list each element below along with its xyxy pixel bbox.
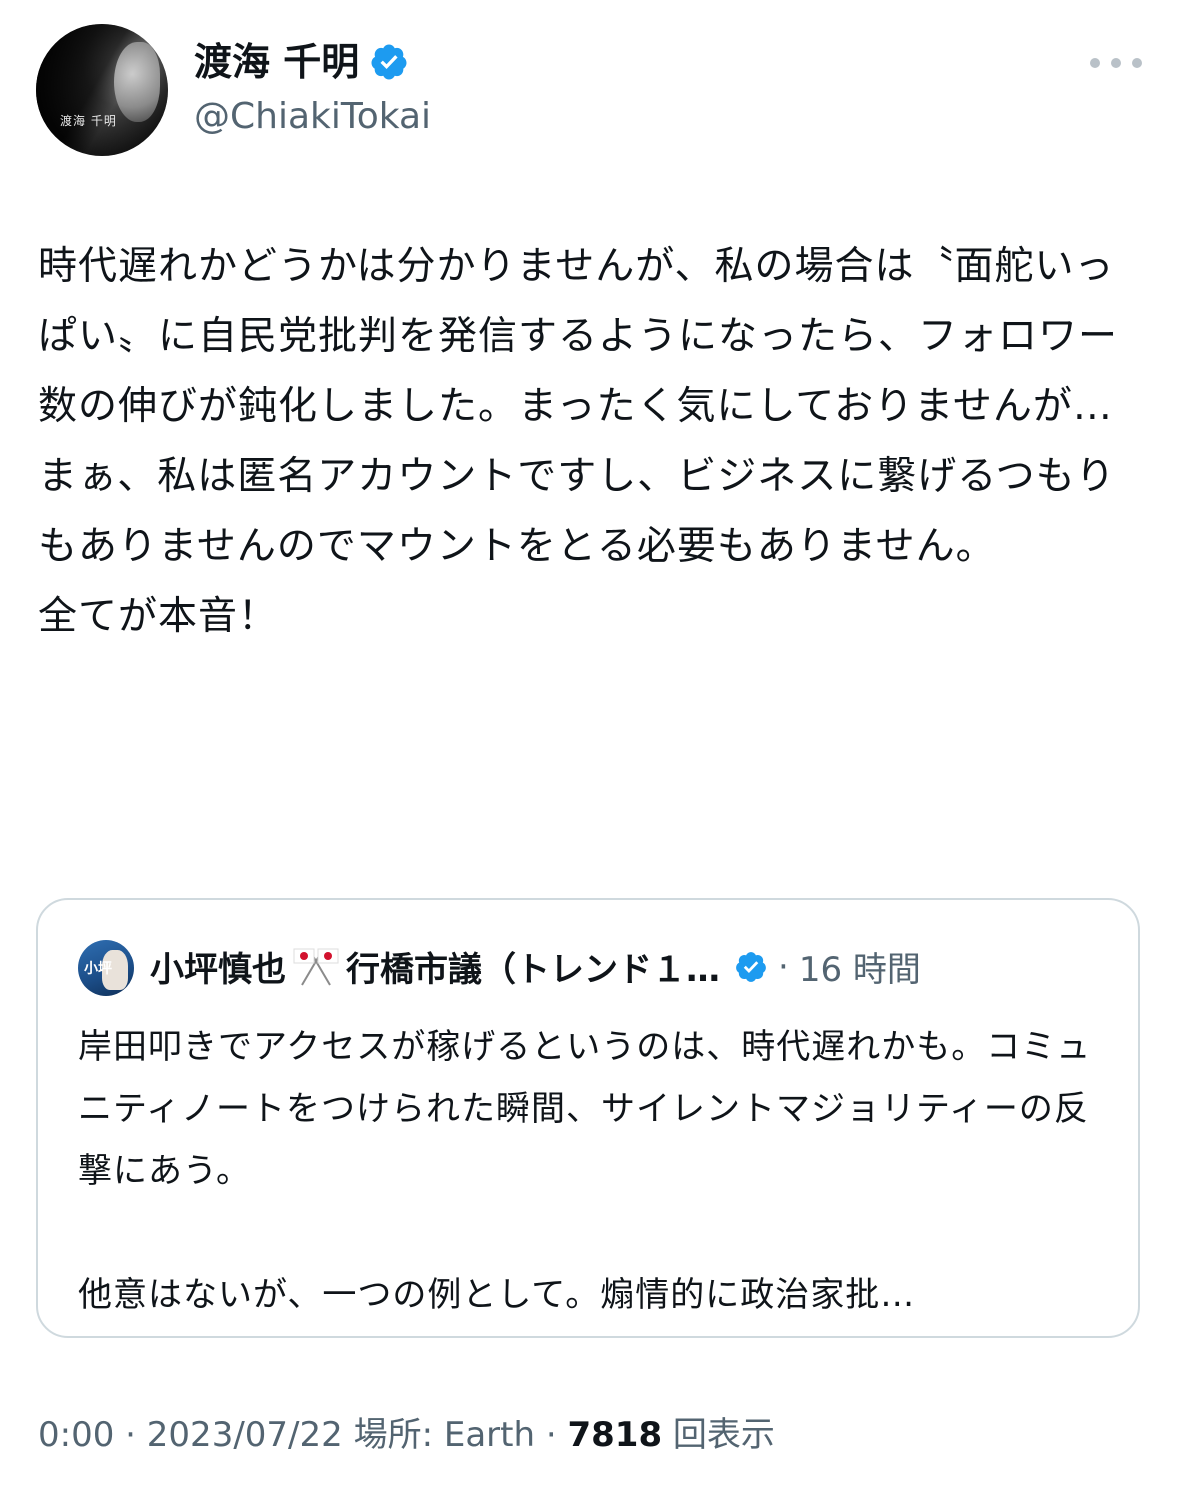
author-avatar[interactable]: 渡海 千明: [36, 24, 168, 156]
tweet-meta: 0:00 · 2023/07/22 場所: Earth · 7818 回表示: [38, 1412, 775, 1458]
views-count: 7818: [567, 1415, 663, 1455]
meta-separator: ·: [125, 1415, 147, 1455]
more-options-icon[interactable]: [1090, 48, 1142, 78]
quoted-author-avatar[interactable]: 小坪: [78, 940, 134, 996]
verified-badge-icon: [736, 951, 766, 982]
quoted-tweet-card[interactable]: 小坪 小坪慎也 行橋市議（トレンド１… · 16 時間 岸田叩きでアクセスが稼げ…: [36, 898, 1140, 1338]
tweet-time[interactable]: 0:00: [38, 1415, 114, 1455]
quoted-time-separator: ·: [778, 946, 789, 987]
crossed-flags-graphic: [293, 948, 339, 986]
tweet-date[interactable]: 2023/07/22: [147, 1415, 343, 1455]
avatar-face: [114, 42, 160, 122]
more-dot: [1111, 58, 1121, 68]
quoted-author-name[interactable]: 小坪慎也: [150, 942, 286, 991]
author-handle[interactable]: @ChiakiTokai: [194, 94, 431, 140]
meta-separator: ·: [545, 1415, 568, 1455]
avatar-signature: 渡海 千明: [60, 114, 117, 128]
quoted-avatar-text: 小坪: [84, 961, 112, 977]
japan-flag-icon: [292, 945, 340, 989]
author-display-name[interactable]: 渡海 千明: [194, 38, 359, 86]
quoted-tweet-text: 岸田叩きでアクセスが稼げるというのは、時代遅れかも。コミュニティノートをつけられ…: [78, 1027, 1092, 1315]
verified-badge-icon: [371, 44, 407, 80]
quoted-tweet-header: 小坪慎也 行橋市議（トレンド１… · 16 時間: [150, 942, 921, 991]
quoted-tweet-time[interactable]: 16 時間: [799, 942, 921, 991]
more-dot: [1090, 58, 1100, 68]
author-name-row[interactable]: 渡海 千明: [194, 38, 409, 86]
more-dot: [1132, 58, 1142, 68]
tweet-location: 場所: Earth: [353, 1415, 536, 1455]
tweet-text: 時代遅れかどうかは分かりませんが、私の場合は〝面舵いっぱい〟に自民党批判を発信す…: [38, 244, 1119, 639]
views-label: 回表示: [672, 1415, 775, 1455]
quoted-author-name-suffix[interactable]: 行橋市議（トレンド１…: [346, 942, 720, 991]
